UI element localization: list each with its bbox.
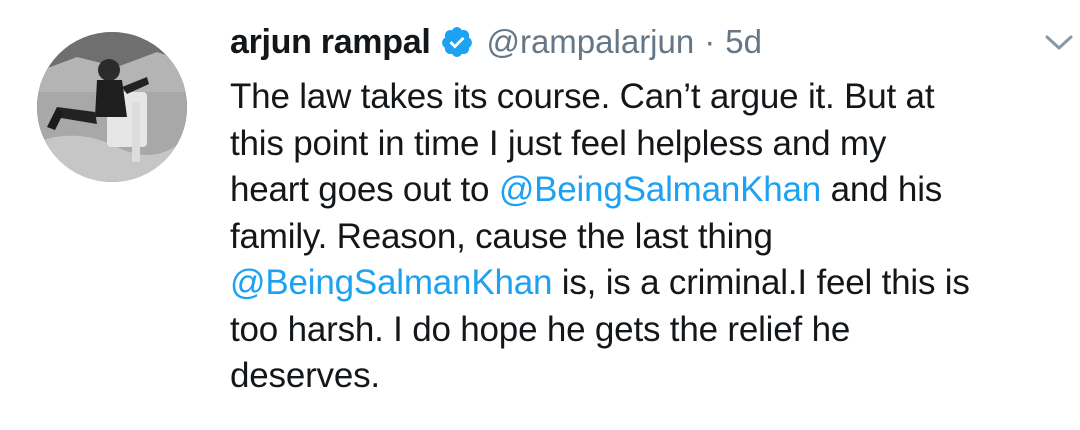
author-name[interactable]: arjun rampal	[230, 23, 431, 62]
mention-link[interactable]: @BeingSalmanKhan	[230, 263, 552, 302]
mention-link[interactable]: @BeingSalmanKhan	[499, 170, 821, 209]
tweet-text-segment: heart goes out to	[230, 170, 499, 209]
chevron-down-icon[interactable]	[1043, 26, 1075, 58]
tweet-timestamp[interactable]: 5d	[725, 23, 762, 61]
tweet-line: this point in time I just feel helpless …	[230, 123, 887, 163]
tweet-line: @BeingSalmanKhan is, is a criminal.I fee…	[230, 260, 1030, 307]
tweet-header: arjun rampal @rampalarjun · 5d	[230, 14, 1030, 70]
tweet-text-segment: is, is a criminal.I feel this is	[552, 263, 970, 302]
tweet-text: The law takes its course. Can’t argue it…	[230, 74, 1030, 400]
tweet-text-segment: and his	[821, 170, 943, 209]
tweet-line: heart goes out to @BeingSalmanKhan and h…	[230, 167, 1030, 214]
author-handle[interactable]: @rampalarjun	[486, 23, 694, 61]
tweet-content: arjun rampal @rampalarjun · 5d The law t…	[230, 14, 1030, 400]
avatar-photo	[37, 32, 187, 182]
tweet-line: deserves.	[230, 356, 380, 395]
tweet: arjun rampal @rampalarjun · 5d The law t…	[0, 0, 1080, 430]
tweet-line: family. Reason, cause the last thing	[230, 216, 773, 256]
tweet-line: The law takes its course. Can’t argue it…	[230, 77, 935, 116]
verified-badge-icon	[440, 25, 474, 59]
separator-dot: ·	[704, 23, 716, 60]
tweet-line: too harsh. I do hope he gets the relief …	[230, 309, 851, 349]
avatar[interactable]	[37, 32, 187, 182]
